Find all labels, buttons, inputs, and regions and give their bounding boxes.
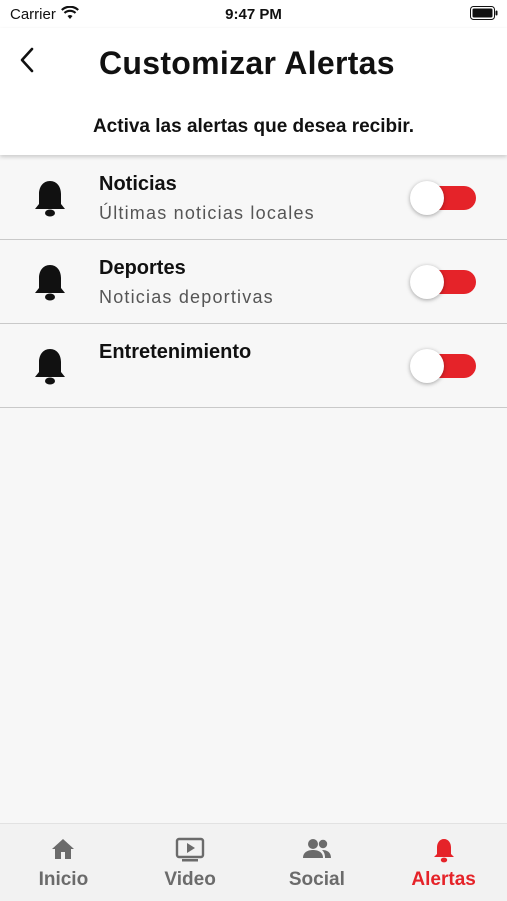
page-subtitle: Activa las alertas que desea recibir. [92,116,415,137]
page-title: Customizar Alertas [99,45,395,81]
bell-icon [432,837,456,868]
tab-video[interactable]: Video [127,824,254,901]
battery-icon [470,6,498,25]
alerts-list: Noticias Últimas noticias locales Deport… [0,156,507,408]
back-button[interactable] [16,45,40,80]
alert-title: Entretenimiento [99,341,252,363]
tab-label: Social [288,869,345,890]
entretenimiento-toggle[interactable] [410,349,478,383]
bell-icon [31,262,69,307]
people-icon [302,837,332,866]
status-time: 9:47 PM [225,6,282,23]
alert-row-entretenimiento: Entretenimiento [0,324,507,408]
tab-social[interactable]: Social [254,824,381,901]
status-bar: Carrier 9:47 PM [0,0,507,28]
tab-label: Video [164,869,216,890]
bell-icon [31,346,69,391]
alert-description: Últimas noticias locales [99,203,315,223]
video-icon [175,837,205,868]
deportes-toggle[interactable] [410,265,478,299]
tab-bar: Inicio Video Social Alertas [0,823,507,901]
home-icon [50,837,76,866]
alert-row-noticias: Noticias Últimas noticias locales [0,156,507,240]
tab-alertas[interactable]: Alertas [380,824,507,901]
chevron-left-icon [20,47,34,73]
tab-label: Inicio [38,869,89,890]
noticias-toggle[interactable] [410,181,478,215]
bell-icon [31,178,69,223]
alert-title: Deportes [99,257,186,279]
header: Customizar Alertas Activa las alertas qu… [0,28,507,155]
alert-title: Noticias [99,173,177,195]
tab-label: Alertas [411,869,476,890]
alert-description: Noticias deportivas [99,287,274,307]
tab-inicio[interactable]: Inicio [0,824,127,901]
alert-row-deportes: Deportes Noticias deportivas [0,240,507,324]
